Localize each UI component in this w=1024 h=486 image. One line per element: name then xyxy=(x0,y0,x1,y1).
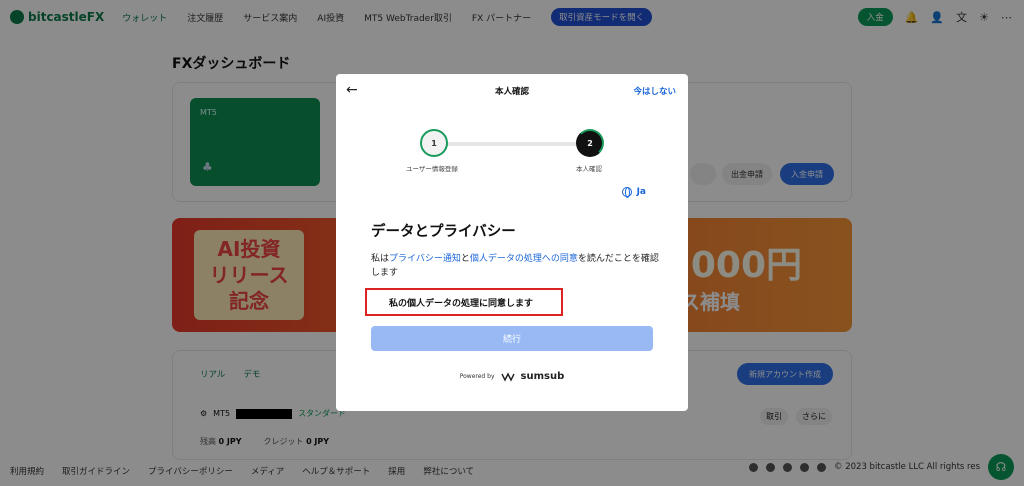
progress-stepper: 1 2 ユーザー情報登録 本人確認 xyxy=(404,129,604,173)
sumsub-brand: sumsub xyxy=(520,371,565,382)
step-1-label: ユーザー情報登録 xyxy=(406,165,458,173)
consent-checkbox-label: 私の個人データの処理に同意します xyxy=(389,298,534,309)
consent-and: と xyxy=(460,254,470,264)
step-1-indicator: 1 xyxy=(420,129,448,157)
powered-by: Powered by sumsub xyxy=(336,371,688,382)
continue-button[interactable]: 続行 xyxy=(371,326,653,351)
consent-checkbox-row[interactable]: 私の個人データの処理に同意します xyxy=(365,288,563,316)
step-2-label: 本人確認 xyxy=(576,165,602,173)
consent-prefix: 私は xyxy=(371,254,390,264)
identity-verification-modal: ← 本人確認 今はしない 1 2 ユーザー情報登録 本人確認 Ja データとプラ… xyxy=(336,74,688,411)
stepper-line xyxy=(434,142,592,146)
step-2-indicator: 2 xyxy=(576,129,604,157)
sumsub-logo-icon xyxy=(500,371,515,382)
privacy-notice-link[interactable]: プライバシー通知 xyxy=(389,254,461,264)
data-processing-consent-link[interactable]: 個人データの処理への同意 xyxy=(470,254,578,264)
skip-button[interactable]: 今はしない xyxy=(633,85,676,97)
powered-by-text: Powered by xyxy=(459,373,495,380)
section-heading: データとプライバシー xyxy=(371,224,516,240)
consent-text: 私はプライバシー通知と個人データの処理への同意を読んだことを確認します xyxy=(371,252,661,280)
globe-icon xyxy=(621,187,632,198)
language-label: Ja xyxy=(636,187,646,197)
language-selector[interactable]: Ja xyxy=(621,187,646,198)
